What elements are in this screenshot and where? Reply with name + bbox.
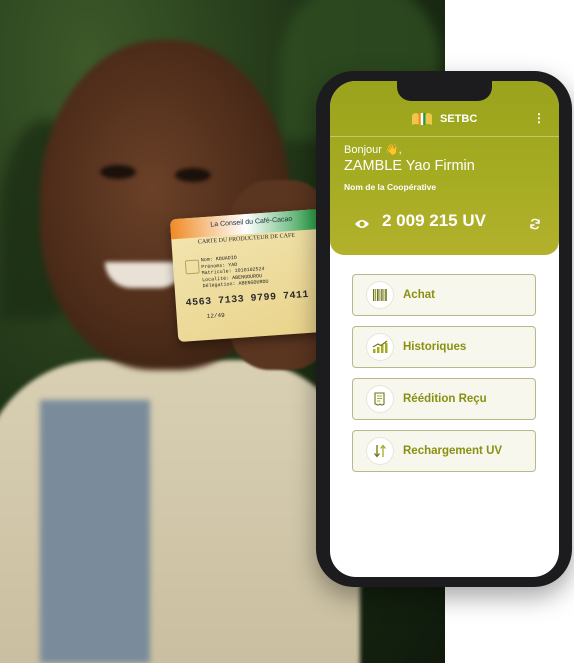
menu-item-reedition-recu[interactable]: Réédition Reçu <box>352 378 536 420</box>
eye-icon[interactable] <box>354 217 370 235</box>
header-divider <box>330 136 559 137</box>
menu-item-label: Historiques <box>403 341 467 353</box>
top-bar: SETBC ⋮ <box>330 109 559 133</box>
eye <box>100 165 136 179</box>
balance-value: 2 009 215 UV <box>382 211 486 230</box>
eye <box>175 168 211 182</box>
menu-item-label: Réédition Reçu <box>403 393 487 405</box>
user-name: ZAMBLE Yao Firmin <box>344 158 475 174</box>
shirt-collar <box>40 400 150 663</box>
receipt-icon <box>367 386 393 412</box>
menu-item-historiques[interactable]: Historiques <box>352 326 536 368</box>
crest-icon <box>410 109 434 129</box>
card-expiry: 12/49 <box>206 311 225 321</box>
transfer-icon <box>367 438 393 464</box>
phone-mockup: SETBC ⋮ Bonjour 👋, ZAMBLE Yao Firmin Nom… <box>316 71 572 587</box>
barcode-icon <box>367 282 393 308</box>
cooperative-name: Nom de la Coopérative <box>344 182 437 192</box>
menu-item-achat[interactable]: Achat <box>352 274 536 316</box>
brand: SETBC <box>410 109 477 129</box>
main-menu: Achat Historiques Réédition Reçu Recharg… <box>352 274 536 482</box>
phone-notch <box>397 81 492 101</box>
balance-row: 2 009 215 UV <box>330 211 559 235</box>
menu-item-label: Achat <box>403 289 435 301</box>
app-brand-name: SETBC <box>440 113 478 125</box>
card-banner-text: La Conseil du Café-Cacao <box>210 215 293 229</box>
producer-card: La Conseil du Café-Cacao CARTE DU PRODUC… <box>169 208 329 343</box>
menu-item-label: Rechargement UV <box>403 445 503 457</box>
card-fields: Nom: KOUADIO Prénoms: YAO Matricule: 101… <box>201 253 269 290</box>
menu-item-rechargement-uv[interactable]: Rechargement UV <box>352 430 536 472</box>
card-photo <box>184 259 200 275</box>
chart-icon <box>367 334 393 360</box>
card-number: 4563 7133 9799 7411 <box>185 289 310 310</box>
refresh-icon[interactable] <box>529 217 541 235</box>
app-screen: SETBC ⋮ Bonjour 👋, ZAMBLE Yao Firmin Nom… <box>330 81 559 577</box>
greeting: Bonjour 👋, <box>344 144 402 156</box>
more-vertical-icon[interactable]: ⋮ <box>533 111 545 125</box>
app-header: SETBC ⋮ Bonjour 👋, ZAMBLE Yao Firmin Nom… <box>330 81 559 255</box>
